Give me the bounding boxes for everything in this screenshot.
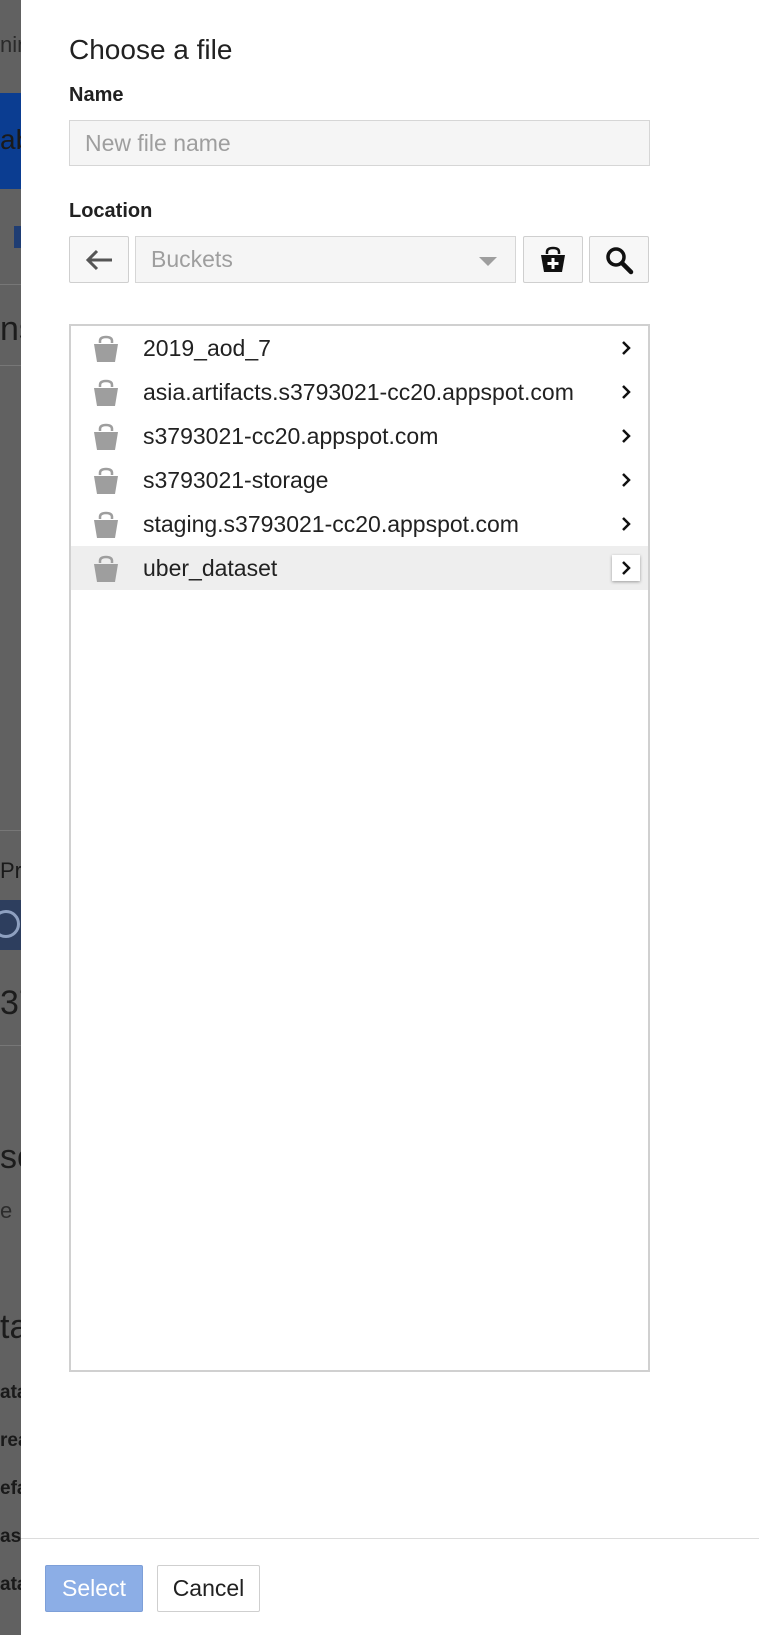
bucket-name: asia.artifacts.s3793021-cc20.appspot.com bbox=[143, 378, 574, 405]
bucket-icon bbox=[94, 511, 118, 538]
background-divider bbox=[0, 365, 21, 366]
background-text: ta bbox=[0, 1308, 21, 1346]
chevron-right-icon[interactable] bbox=[612, 423, 640, 449]
background-divider bbox=[0, 830, 21, 831]
bucket-row-selected[interactable]: uber_dataset bbox=[71, 546, 648, 590]
bucket-icon bbox=[94, 467, 118, 494]
bucket-row[interactable]: s3793021-cc20.appspot.com bbox=[71, 414, 648, 458]
bucket-icon bbox=[94, 335, 118, 362]
back-button[interactable] bbox=[69, 236, 129, 283]
background-text: ast bbox=[0, 1526, 21, 1547]
cancel-button[interactable]: Cancel bbox=[157, 1565, 260, 1612]
location-label: Location bbox=[69, 200, 153, 222]
background-text: ab bbox=[0, 124, 21, 155]
location-select[interactable]: Buckets bbox=[135, 236, 516, 283]
bucket-icon bbox=[94, 379, 118, 406]
background-text: e bbox=[0, 1198, 13, 1223]
chevron-right-icon[interactable] bbox=[612, 511, 640, 537]
bucket-row[interactable]: s3793021-storage bbox=[71, 458, 648, 502]
file-name-input[interactable] bbox=[69, 120, 650, 166]
bucket-icon bbox=[94, 555, 118, 582]
caret-down-icon bbox=[479, 257, 497, 266]
search-button[interactable] bbox=[589, 236, 649, 283]
chevron-right-icon[interactable] bbox=[612, 467, 640, 493]
bucket-name: staging.s3793021-cc20.appspot.com bbox=[143, 510, 519, 537]
chevron-right-icon[interactable] bbox=[612, 555, 640, 581]
background-text: nin bbox=[0, 32, 21, 57]
select-button[interactable]: Select bbox=[45, 1565, 143, 1612]
bucket-row[interactable]: 2019_aod_7 bbox=[71, 326, 648, 370]
background-text: ns bbox=[0, 310, 21, 348]
background-text: ata bbox=[0, 1574, 21, 1595]
dialog-title: Choose a file bbox=[69, 34, 233, 65]
bucket-name: uber_dataset bbox=[143, 554, 278, 581]
chevron-right-icon[interactable] bbox=[612, 379, 640, 405]
background-text: Pro bbox=[0, 858, 21, 883]
bucket-name: s3793021-cc20.appspot.com bbox=[143, 422, 439, 449]
location-select-value: Buckets bbox=[151, 246, 233, 272]
background-text: rea bbox=[0, 1430, 21, 1451]
choose-file-dialog: Choose a file Name Location Buckets bbox=[21, 0, 759, 1635]
bucket-name: s3793021-storage bbox=[143, 466, 329, 493]
background-page: nin ab ns Pro 37 so e ta ata rea efa ast… bbox=[0, 0, 21, 1635]
bucket-row[interactable]: asia.artifacts.s3793021-cc20.appspot.com bbox=[71, 370, 648, 414]
footer-divider bbox=[21, 1538, 759, 1539]
background-text: efa bbox=[0, 1478, 21, 1499]
bucket-list: 2019_aod_7 asia.artifacts.s3793021-cc20.… bbox=[69, 324, 650, 1372]
arrow-left-icon bbox=[85, 249, 112, 270]
search-icon bbox=[606, 246, 634, 274]
background-text: 37 bbox=[0, 984, 21, 1022]
background-chip bbox=[14, 226, 21, 248]
bucket-icon bbox=[94, 423, 118, 450]
chevron-right-icon[interactable] bbox=[612, 335, 640, 361]
background-text: ata bbox=[0, 1382, 21, 1403]
new-bucket-button[interactable] bbox=[523, 236, 583, 283]
bucket-name: 2019_aod_7 bbox=[143, 334, 271, 361]
background-divider bbox=[0, 1045, 21, 1046]
background-divider bbox=[0, 284, 21, 285]
name-label: Name bbox=[69, 84, 124, 106]
background-text: so bbox=[0, 1138, 21, 1176]
bucket-row[interactable]: staging.s3793021-cc20.appspot.com bbox=[71, 502, 648, 546]
bucket-add-icon bbox=[541, 246, 565, 272]
